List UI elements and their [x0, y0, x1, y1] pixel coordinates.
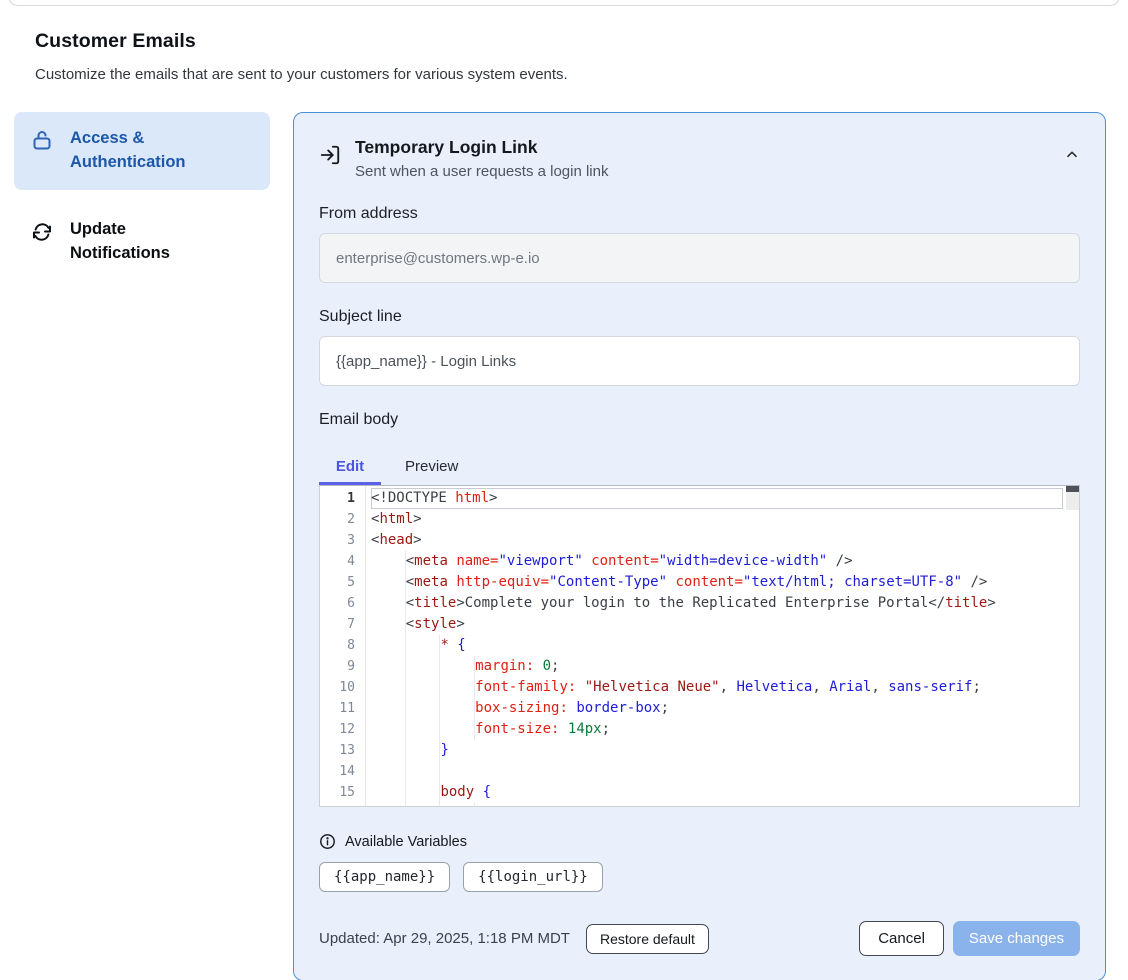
- line-number: 13: [320, 740, 355, 761]
- line-number: 8: [320, 635, 355, 656]
- editor-scrollbar[interactable]: [1066, 486, 1079, 806]
- info-icon: [319, 833, 336, 850]
- code-line[interactable]: [371, 761, 1063, 782]
- from-address-input[interactable]: [319, 233, 1080, 283]
- line-number: 15: [320, 782, 355, 803]
- line-number: 7: [320, 614, 355, 635]
- code-line[interactable]: <title>Complete your login to the Replic…: [371, 593, 1063, 614]
- card-header-text: Temporary Login Link Sent when a user re…: [355, 137, 608, 180]
- code-line[interactable]: box-sizing: border-box;: [371, 698, 1063, 719]
- line-number: 4: [320, 551, 355, 572]
- from-address-label: From address: [319, 205, 1080, 223]
- sidebar: Access & Authentication Update Notificat…: [14, 112, 270, 281]
- refresh-icon: [30, 220, 54, 244]
- sidebar-item-label: Update Notifications: [70, 218, 230, 266]
- page-header: Customer Emails Customize the emails tha…: [0, 0, 1128, 83]
- content-area: Access & Authentication Update Notificat…: [0, 112, 1128, 980]
- previous-card-bottom-edge: [8, 0, 1120, 6]
- sidebar-item-label: Access & Authentication: [70, 127, 230, 175]
- code-line[interactable]: * {: [371, 635, 1063, 656]
- code-editor[interactable]: 12345678910111213141516 <!DOCTYPE html><…: [319, 485, 1080, 807]
- sidebar-item-update-notifications[interactable]: Update Notifications: [14, 203, 270, 281]
- line-number: 10: [320, 677, 355, 698]
- card-title: Temporary Login Link: [355, 137, 608, 158]
- available-variables-label: Available Variables: [345, 834, 467, 850]
- line-number: 9: [320, 656, 355, 677]
- variable-chip-login-url[interactable]: {{login_url}}: [463, 862, 603, 892]
- subject-line-input[interactable]: [319, 336, 1080, 386]
- variable-chip-app-name[interactable]: {{app_name}}: [319, 862, 450, 892]
- login-icon: [319, 144, 341, 166]
- subject-line-label: Subject line: [319, 308, 1080, 326]
- editor-code[interactable]: <!DOCTYPE html><html><head> <meta name="…: [366, 486, 1079, 806]
- code-line[interactable]: <meta http-equiv="Content-Type" content=…: [371, 572, 1063, 593]
- restore-default-button[interactable]: Restore default: [586, 924, 709, 954]
- tab-preview[interactable]: Preview: [405, 450, 458, 485]
- sidebar-item-access-authentication[interactable]: Access & Authentication: [14, 112, 270, 190]
- editor-tabs: Edit Preview: [319, 450, 1080, 485]
- code-line[interactable]: <html>: [371, 509, 1063, 530]
- code-line[interactable]: <!DOCTYPE html>: [371, 488, 1063, 509]
- email-body-label: Email body: [319, 411, 1080, 429]
- code-line[interactable]: body {: [371, 782, 1063, 803]
- code-line[interactable]: margin: 0;: [371, 656, 1063, 677]
- save-changes-button[interactable]: Save changes: [953, 921, 1080, 956]
- line-number: 3: [320, 530, 355, 551]
- card-footer: Updated: Apr 29, 2025, 1:18 PM MDT Resto…: [319, 921, 1080, 956]
- editor-gutter: 12345678910111213141516: [320, 486, 366, 806]
- line-number: 12: [320, 719, 355, 740]
- variable-chips: {{app_name}} {{login_url}}: [319, 862, 1080, 892]
- available-variables-row: Available Variables: [319, 833, 1080, 850]
- updated-timestamp: Updated: Apr 29, 2025, 1:18 PM MDT: [319, 930, 570, 947]
- line-number: 5: [320, 572, 355, 593]
- tab-edit[interactable]: Edit: [319, 450, 381, 485]
- line-number: 1: [320, 488, 355, 509]
- collapse-section-button[interactable]: [1064, 147, 1080, 163]
- code-line[interactable]: <style>: [371, 614, 1063, 635]
- cancel-button[interactable]: Cancel: [859, 921, 944, 956]
- code-line[interactable]: <head>: [371, 530, 1063, 551]
- chevron-up-icon: [1064, 147, 1080, 163]
- code-line[interactable]: font-size: 14px;: [371, 719, 1063, 740]
- line-number: 16: [320, 803, 355, 807]
- card-subtitle: Sent when a user requests a login link: [355, 163, 608, 180]
- email-settings-card: Temporary Login Link Sent when a user re…: [293, 112, 1106, 980]
- page-title: Customer Emails: [35, 30, 1093, 53]
- line-number: 6: [320, 593, 355, 614]
- card-header: Temporary Login Link Sent when a user re…: [319, 137, 1080, 180]
- scrollbar-thumb[interactable]: [1066, 486, 1079, 492]
- code-line[interactable]: font-family: "Helvetica Neue", Helvetica…: [371, 677, 1063, 698]
- line-number: 11: [320, 698, 355, 719]
- code-line[interactable]: }: [371, 740, 1063, 761]
- lock-icon: [30, 128, 54, 152]
- line-number: 2: [320, 509, 355, 530]
- code-line[interactable]: background-color: #ffffff;: [371, 803, 1063, 806]
- page-subtitle: Customize the emails that are sent to yo…: [35, 66, 1093, 83]
- line-number: 14: [320, 761, 355, 782]
- code-line[interactable]: <meta name="viewport" content="width=dev…: [371, 551, 1063, 572]
